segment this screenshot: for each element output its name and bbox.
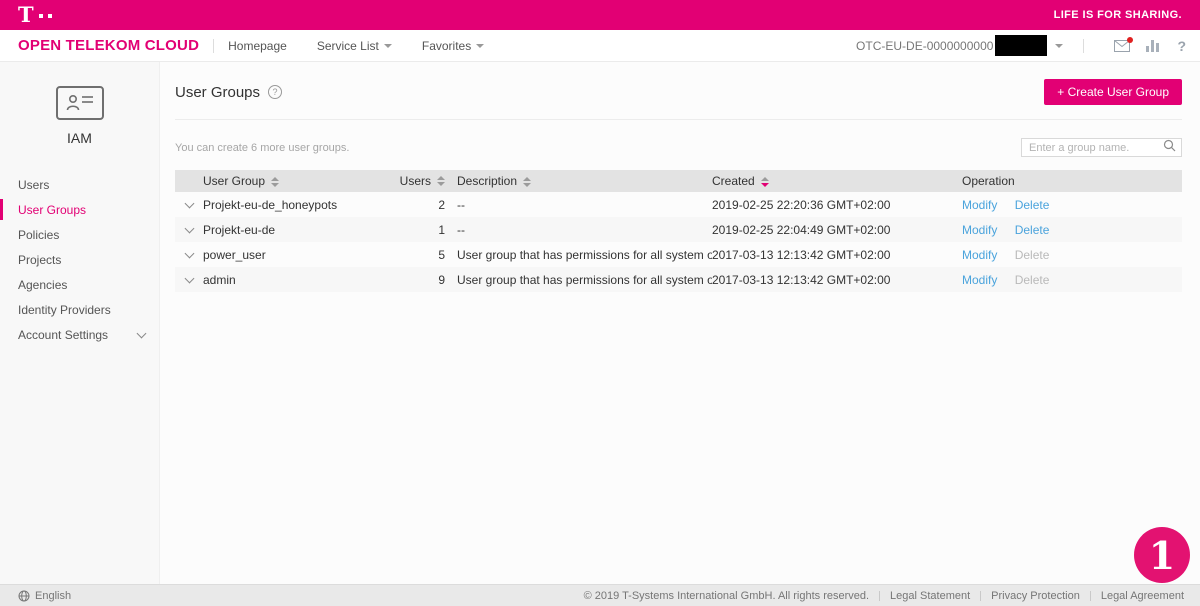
group-name[interactable]: admin (203, 273, 403, 287)
usage-stats-icon[interactable] (1146, 40, 1161, 52)
sidebar-item-account-settings[interactable]: Account Settings (0, 322, 159, 347)
header-divider (213, 39, 214, 53)
group-description: User group that has permissions for all … (457, 248, 712, 262)
table-row: Projekt-eu-de 1 -- 2019-02-25 22:04:49 G… (175, 217, 1182, 242)
bar-chart-icon (1146, 40, 1161, 52)
nav-favorites[interactable]: Favorites (422, 39, 484, 53)
expand-row-icon[interactable] (184, 248, 194, 258)
sidebar-item-users[interactable]: Users (0, 172, 159, 197)
tagline: LIFE IS FOR SHARING. (1054, 9, 1182, 21)
legal-agreement-link[interactable]: Legal Agreement (1101, 590, 1184, 602)
delete-link[interactable]: Delete (1015, 198, 1050, 212)
created-timestamp: 2017-03-13 12:13:42 GMT+02:00 (712, 273, 962, 287)
delete-link[interactable]: Delete (1015, 223, 1050, 237)
chevron-down-icon (384, 44, 392, 48)
users-count: 5 (403, 248, 457, 262)
t-logo-dot (39, 14, 43, 18)
col-header-operation: Operation (962, 174, 1182, 188)
messages-icon[interactable] (1114, 40, 1130, 52)
main-content: User Groups ? + Create User Group You ca… (160, 62, 1200, 584)
header-divider (1083, 39, 1084, 53)
group-name[interactable]: Projekt-eu-de_honeypots (203, 198, 403, 212)
table-row: admin 9 User group that has permissions … (175, 267, 1182, 292)
search-input[interactable] (1029, 142, 1163, 154)
quota-note: You can create 6 more user groups. (175, 142, 349, 154)
created-timestamp: 2019-02-25 22:04:49 GMT+02:00 (712, 223, 962, 237)
t-logo-glyph: T (18, 5, 34, 25)
telekom-top-bar: T LIFE IS FOR SHARING. (0, 0, 1200, 30)
brand-logo[interactable]: OPEN TELEKOM CLOUD (18, 37, 199, 54)
group-search-box (1021, 138, 1182, 157)
col-header-created[interactable]: Created (712, 174, 962, 188)
group-description: -- (457, 198, 712, 212)
sidebar-item-projects[interactable]: Projects (0, 247, 159, 272)
sort-icon[interactable] (523, 177, 531, 187)
expand-row-icon[interactable] (184, 198, 194, 208)
users-count: 9 (403, 273, 457, 287)
chevron-down-icon (137, 328, 147, 338)
sidebar-menu: Users User Groups Policies Projects Agen… (0, 172, 159, 347)
group-name[interactable]: power_user (203, 248, 403, 262)
delete-link-disabled: Delete (1015, 273, 1050, 287)
user-groups-table: User Group Users Description Created Ope… (175, 170, 1182, 292)
page-title: User Groups (175, 84, 260, 101)
iam-service-icon (56, 86, 104, 120)
create-user-group-button[interactable]: + Create User Group (1044, 79, 1182, 105)
col-header-users[interactable]: Users (403, 174, 457, 188)
users-count: 1 (403, 223, 457, 237)
created-timestamp: 2017-03-13 12:13:42 GMT+02:00 (712, 248, 962, 262)
nav-service-list[interactable]: Service List (317, 39, 392, 53)
sidebar-item-identity-providers[interactable]: Identity Providers (0, 297, 159, 322)
col-header-user-group[interactable]: User Group (203, 174, 403, 188)
telekom-t-logo[interactable]: T (18, 5, 52, 25)
account-id: OTC-EU-DE-0000000000 (856, 39, 993, 53)
app-header: OPEN TELEKOM CLOUD Homepage Service List… (0, 30, 1200, 62)
notification-dot (1127, 37, 1133, 43)
group-description: User group that has permissions for all … (457, 273, 712, 287)
delete-link-disabled: Delete (1015, 248, 1050, 262)
redacted-account-name (995, 35, 1047, 56)
footer: English © 2019 T-Systems International G… (0, 584, 1200, 606)
table-row: power_user 5 User group that has permiss… (175, 242, 1182, 267)
globe-icon (18, 590, 30, 602)
modify-link[interactable]: Modify (962, 223, 997, 237)
modify-link[interactable]: Modify (962, 273, 997, 287)
modify-link[interactable]: Modify (962, 248, 997, 262)
sidebar-item-policies[interactable]: Policies (0, 222, 159, 247)
service-title: IAM (0, 130, 159, 146)
chevron-down-icon (476, 44, 484, 48)
table-header-row: User Group Users Description Created Ope… (175, 170, 1182, 192)
nav-homepage[interactable]: Homepage (228, 39, 287, 53)
col-header-description[interactable]: Description (457, 174, 712, 188)
language-selector[interactable]: English (18, 590, 71, 602)
header-rule (175, 119, 1182, 120)
sidebar-item-agencies[interactable]: Agencies (0, 272, 159, 297)
table-row: Projekt-eu-de_honeypots 2 -- 2019-02-25 … (175, 192, 1182, 217)
search-icon[interactable] (1163, 139, 1176, 157)
title-help-icon[interactable]: ? (268, 85, 282, 99)
t-logo-dot (48, 14, 52, 18)
expand-row-icon[interactable] (184, 223, 194, 233)
body: IAM Users User Groups Policies Projects … (0, 62, 1200, 584)
id-card-icon (64, 92, 96, 114)
page: T LIFE IS FOR SHARING. OPEN TELEKOM CLOU… (0, 0, 1200, 606)
copyright: © 2019 T-Systems International GmbH. All… (584, 590, 869, 602)
account-menu-chevron-icon[interactable] (1055, 44, 1063, 48)
created-timestamp: 2019-02-25 22:20:36 GMT+02:00 (712, 198, 962, 212)
privacy-protection-link[interactable]: Privacy Protection (991, 590, 1080, 602)
sort-icon[interactable] (271, 177, 279, 187)
sidebar: IAM Users User Groups Policies Projects … (0, 62, 160, 584)
legal-statement-link[interactable]: Legal Statement (890, 590, 970, 602)
sort-icon-active[interactable] (761, 177, 769, 187)
step-annotation-badge: 1 (1134, 527, 1190, 583)
group-name[interactable]: Projekt-eu-de (203, 223, 403, 237)
sort-icon[interactable] (437, 176, 445, 186)
modify-link[interactable]: Modify (962, 198, 997, 212)
help-icon[interactable]: ? (1177, 38, 1186, 54)
group-description: -- (457, 223, 712, 237)
sidebar-item-user-groups[interactable]: User Groups (0, 197, 159, 222)
users-count: 2 (403, 198, 457, 212)
expand-row-icon[interactable] (184, 273, 194, 283)
